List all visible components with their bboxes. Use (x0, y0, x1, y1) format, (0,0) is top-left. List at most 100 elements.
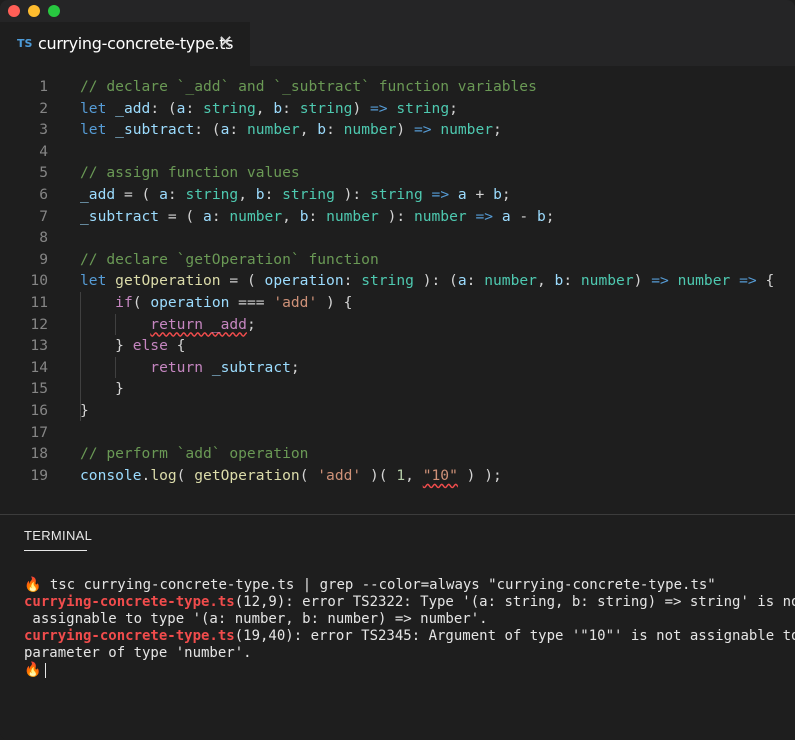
code-token: operation (264, 272, 344, 290)
code-token: string (185, 186, 239, 203)
code-line[interactable]: 11 if( operation === 'add' ) { (0, 292, 795, 314)
active-tab-indicator (24, 550, 87, 551)
code-line[interactable]: 2 let _add: (a: string, b: string) => str… (0, 98, 795, 120)
close-window-button[interactable] (8, 5, 20, 17)
code-token: log (150, 466, 177, 484)
code-token: string (299, 99, 353, 117)
code-token: b (536, 207, 546, 225)
code-line[interactable]: 6 _add = ( a: string, b: string ): string… (0, 184, 795, 206)
code-line[interactable]: 18 // perform `add` operation (0, 443, 795, 465)
line-number: 16 (30, 402, 48, 419)
code-token: : (229, 121, 247, 139)
code-text: } (80, 378, 124, 400)
code-text: // declare `getOperation` function (80, 249, 379, 271)
tab-terminal[interactable]: TERMINAL (24, 528, 92, 543)
line-number: 5 (39, 164, 48, 182)
code-line[interactable]: 16} (0, 400, 795, 422)
code-token: number (484, 272, 537, 290)
code-text: // assign function values (80, 162, 300, 184)
code-token: , (536, 272, 555, 290)
code-editor[interactable]: 1 // declare `_add` and `_subtract` funct… (0, 76, 795, 496)
code-token: _add (80, 186, 116, 203)
code-token: a (457, 186, 467, 203)
code-token: string (361, 272, 414, 290)
code-token: let (80, 121, 116, 139)
line-number: 15 (30, 380, 48, 398)
code-line[interactable]: 12 return _add; (0, 314, 795, 336)
fire-icon: 🔥 (24, 662, 42, 678)
minimize-window-button[interactable] (28, 5, 40, 17)
code-line[interactable]: 10 let getOperation = ( operation: string… (0, 270, 795, 292)
terminal-command: tsc currying-concrete-type.ts | grep --c… (41, 577, 716, 593)
code-line[interactable]: 15 } (0, 378, 795, 400)
code-token: } (80, 402, 89, 419)
code-token: 1 (396, 466, 406, 484)
code-token: = ( (159, 207, 204, 225)
code-text: if( operation === 'add' ) { (80, 292, 352, 314)
code-token: )( (361, 466, 397, 484)
code-token: ): ( (413, 272, 458, 290)
error-squiggle-token: "10" (422, 466, 458, 484)
code-token: 'add' (317, 466, 362, 484)
code-token: getOperation (194, 466, 300, 484)
code-line[interactable]: 19 console.log( getOperation( 'add' )( 1,… (0, 465, 795, 487)
code-line[interactable]: 1 // declare `_add` and `_subtract` funct… (0, 76, 795, 98)
code-text: // perform `add` operation (80, 443, 308, 465)
code-token: _subtract (211, 358, 291, 376)
close-icon[interactable]: ✕ (218, 32, 233, 53)
line-number: 9 (39, 250, 48, 268)
code-token: else (132, 337, 168, 355)
code-token: string (396, 99, 450, 117)
code-token: ; (290, 358, 300, 376)
maximize-window-button[interactable] (48, 5, 60, 17)
code-token: === (229, 294, 274, 311)
code-token: ): (378, 207, 414, 225)
line-number: 10 (30, 272, 48, 290)
code-line[interactable]: 4 (0, 141, 795, 163)
code-token: ; (501, 186, 511, 203)
tab-title: currying-concrete-type.ts (38, 34, 234, 53)
line-number: 3 (39, 121, 48, 139)
code-token: b (554, 272, 564, 290)
code-token: => (370, 99, 388, 117)
code-token: ) ); (457, 466, 502, 484)
code-token: number (413, 207, 467, 225)
code-line[interactable]: 9 // declare `getOperation` function (0, 249, 795, 271)
code-token: => (413, 121, 432, 139)
code-line[interactable]: 14 return _subtract; (0, 357, 795, 379)
terminal-prompt-line: 🔥 (24, 662, 784, 679)
title-bar (0, 0, 795, 22)
terminal-error-line: currying-concrete-type.ts(12,9): error T… (24, 594, 795, 611)
error-squiggle-token: return _add (150, 315, 247, 333)
line-number: 18 (30, 445, 48, 463)
code-token: => (651, 272, 669, 290)
line-number: 4 (39, 142, 48, 160)
line-number: 13 (30, 337, 48, 355)
code-line[interactable]: 5 // assign function values (0, 162, 795, 184)
code-line[interactable]: 3 let _subtract: (a: number, b: number) =… (0, 119, 795, 141)
code-line[interactable]: 13 } else { (0, 335, 795, 357)
code-token: ; (545, 207, 555, 225)
code-token: , (255, 99, 274, 117)
code-line[interactable]: 17 (0, 422, 795, 444)
code-line[interactable]: 7 _subtract = ( a: number, b: number ): n… (0, 206, 795, 228)
code-token: : (211, 207, 230, 225)
terminal-error-continuation: assignable to type '(a: number, b: numbe… (24, 611, 488, 627)
code-token: , (299, 121, 318, 139)
code-line[interactable]: 8 (0, 227, 795, 249)
code-token: // declare `_add` and `_subtract` functi… (80, 78, 537, 95)
code-token: ) (396, 121, 414, 139)
terminal-output[interactable]: 🔥 tsc currying-concrete-type.ts | grep -… (24, 577, 795, 679)
tab-currying-concrete-type[interactable]: TS currying-concrete-type.ts ✕ (0, 22, 250, 66)
code-token: number (343, 121, 397, 139)
code-text: console.log( getOperation( 'add' )( 1, "… (80, 465, 502, 487)
code-token: b (273, 99, 283, 117)
code-token: number (440, 121, 494, 139)
